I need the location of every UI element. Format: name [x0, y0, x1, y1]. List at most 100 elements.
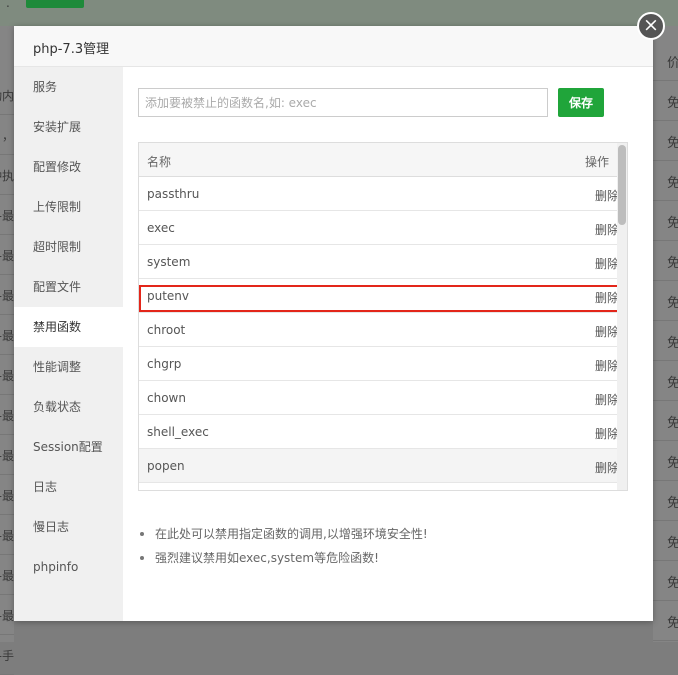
background-row: -最: [0, 554, 14, 595]
background-text: 动内: [0, 89, 14, 103]
background-row: -最: [0, 514, 14, 555]
table-scrollbar[interactable]: [617, 143, 627, 490]
save-button[interactable]: 保存: [558, 88, 604, 117]
close-icon[interactable]: ×: [637, 12, 665, 40]
background-row: 免: [653, 280, 678, 321]
background-text: -最: [0, 249, 14, 263]
column-header-name: 名称: [147, 155, 172, 169]
background-text: 免: [667, 132, 678, 151]
dialog-title-bar: php-7.3管理: [14, 26, 653, 67]
background-row: 免: [653, 320, 678, 361]
background-text: 免: [667, 252, 678, 271]
delete-link[interactable]: 删除: [595, 323, 619, 340]
function-name: popen: [147, 459, 185, 473]
background-row: -最: [0, 194, 14, 235]
background-row: 免: [653, 200, 678, 241]
background-text: -最: [0, 489, 14, 503]
table-row: chgrp 删除: [139, 347, 627, 381]
background-text: 免: [667, 492, 678, 511]
background-row: 免: [653, 80, 678, 121]
background-row: 免: [653, 480, 678, 521]
function-name: exec: [147, 221, 175, 235]
background-text: -最: [0, 569, 14, 583]
background-row: 动内: [0, 74, 14, 115]
background-text: 免: [667, 412, 678, 431]
sidebar-item[interactable]: 配置修改: [14, 147, 123, 187]
background-text: -最: [0, 369, 14, 383]
background-row: -最: [0, 474, 14, 515]
table-row: shell_exec 删除: [139, 415, 627, 449]
sidebar-item[interactable]: 性能调整: [14, 347, 123, 387]
background-text: 免: [667, 372, 678, 391]
background-text: 价: [667, 52, 678, 71]
function-name: passthru: [147, 187, 200, 201]
background-row: -最: [0, 234, 14, 275]
delete-link[interactable]: 删除: [595, 459, 619, 476]
background-row: -手: [0, 634, 14, 675]
background-row: 免: [653, 360, 678, 401]
background-text: 免: [667, 452, 678, 471]
background-row: 免: [653, 520, 678, 561]
function-name: chroot: [147, 323, 186, 337]
sidebar-item[interactable]: 日志: [14, 467, 123, 507]
background-header: .: [0, 0, 678, 26]
background-row: -最: [0, 314, 14, 355]
sidebar-item[interactable]: 服务: [14, 67, 123, 107]
sidebar-item[interactable]: 禁用函数: [14, 307, 123, 347]
background-right-column: 价免免免免免免免免免免免免免免: [653, 26, 678, 642]
background-text: 免: [667, 212, 678, 231]
background-text: 免: [667, 332, 678, 351]
delete-link[interactable]: 删除: [595, 357, 619, 374]
background-row: 免: [653, 600, 678, 641]
table-header: 名称 操作: [139, 143, 627, 177]
delete-link[interactable]: 删除: [595, 289, 619, 306]
tip-item: 强烈建议禁用如exec,system等危险函数!: [138, 548, 628, 572]
delete-link[interactable]: 删除: [595, 187, 619, 204]
function-name: system: [147, 255, 191, 269]
sidebar-item[interactable]: 超时限制: [14, 227, 123, 267]
table-row: passthru 删除: [139, 177, 627, 211]
background-text: 钟执: [0, 169, 14, 183]
sidebar-item[interactable]: phpinfo: [14, 547, 123, 587]
background-text: -最: [0, 609, 14, 623]
sidebar-item[interactable]: 上传限制: [14, 187, 123, 227]
sidebar-item[interactable]: 配置文件: [14, 267, 123, 307]
background-text: -最: [0, 209, 14, 223]
table-row: exec 删除: [139, 211, 627, 245]
background-row: -最: [0, 274, 14, 315]
background-row: 钟执: [0, 154, 14, 195]
background-row: ：，: [0, 114, 14, 155]
background-text: 免: [667, 612, 678, 631]
background-row: 免: [653, 160, 678, 201]
background-row: -最: [0, 594, 14, 635]
sidebar-item[interactable]: 慢日志: [14, 507, 123, 547]
function-name: shell_exec: [147, 425, 209, 439]
background-text: -手: [0, 649, 14, 663]
sidebar-item[interactable]: 负载状态: [14, 387, 123, 427]
background-row: 免: [653, 120, 678, 161]
scrollbar-thumb[interactable]: [618, 145, 626, 225]
disabled-functions-table: 名称 操作 passthru 删除 exec 删除 system 删除 putenv 删除 ch…: [138, 142, 628, 491]
delete-link[interactable]: 删除: [595, 221, 619, 238]
delete-link[interactable]: 删除: [595, 391, 619, 408]
background-row: 免: [653, 440, 678, 481]
function-name: chown: [147, 391, 186, 405]
delete-link[interactable]: 删除: [595, 425, 619, 442]
background-header-fragment: .: [6, 0, 10, 10]
background-open-button: [26, 0, 84, 8]
sidebar-item[interactable]: 安装扩展: [14, 107, 123, 147]
background-row: -最: [0, 434, 14, 475]
sidebar-item[interactable]: Session配置: [14, 427, 123, 467]
background-text: -最: [0, 449, 14, 463]
function-name-input[interactable]: [138, 88, 548, 117]
background-text: 免: [667, 92, 678, 111]
delete-link[interactable]: 删除: [595, 255, 619, 272]
background-text: 免: [667, 572, 678, 591]
background-row: 免: [653, 560, 678, 601]
background-row: 免: [653, 400, 678, 441]
tip-item: 在此处可以禁用指定函数的调用,以增强环境安全性!: [138, 524, 628, 548]
background-text: -最: [0, 529, 14, 543]
function-name: chgrp: [147, 357, 182, 371]
dialog-title: php-7.3管理: [33, 42, 110, 57]
background-text: -最: [0, 289, 14, 303]
